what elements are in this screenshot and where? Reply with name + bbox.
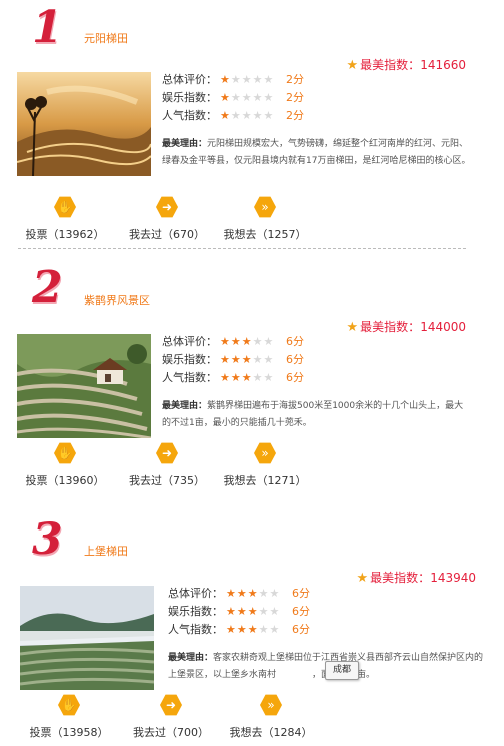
- scenic-photo[interactable]: [17, 334, 151, 438]
- vote-icon: ✋: [54, 442, 76, 464]
- beauty-index: ★ 最美指数：144000: [346, 320, 466, 335]
- star-rating-icon: ★★★★★: [226, 623, 281, 636]
- been-there-button[interactable]: ➜ 我去过（700）: [116, 694, 226, 740]
- rating-popularity: 人气指数： ★★★★★ 6分: [168, 621, 310, 639]
- want-to-go-button[interactable]: » 我想去（1271）: [210, 442, 320, 488]
- star-rating-icon: ★★★★★: [220, 109, 275, 122]
- ratings-block: 总体评价： ★★★★★ 6分 娱乐指数： ★★★★★ 6分 人气指数： ★★★★★ 6分: [168, 585, 310, 639]
- scenic-name-link[interactable]: 紫鹊界风景区: [84, 292, 150, 308]
- been-there-button[interactable]: ➜ 我去过（670）: [112, 196, 222, 242]
- beauty-index: ★ 最美指数：141660: [346, 58, 466, 73]
- ratings-block: 总体评价： ★★★★★ 2分 娱乐指数： ★★★★★ 2分 人气指数： ★★★★★ 2分: [162, 71, 304, 125]
- arrow-right-icon: ➜: [156, 196, 178, 218]
- scenic-photo[interactable]: [17, 72, 151, 176]
- vote-icon: ✋: [58, 694, 80, 716]
- rating-overall: 总体评价： ★★★★★ 6分: [162, 333, 304, 351]
- tooltip: 成都: [325, 661, 359, 680]
- scenic-name-link[interactable]: 上堡梯田: [84, 543, 128, 559]
- star-rating-icon: ★★★★★: [220, 335, 275, 348]
- been-there-button[interactable]: ➜ 我去过（735）: [112, 442, 222, 488]
- rank-number: 1: [32, 2, 63, 53]
- double-arrow-icon: »: [254, 196, 276, 218]
- star-icon: ★: [356, 571, 369, 586]
- arrow-right-icon: ➜: [156, 442, 178, 464]
- action-bar: ✋ 投票（13962） ➜ 我去过（670） » 我想去（1257）: [0, 196, 504, 244]
- reason-text: 最美理由：元阳梯田规模宏大，气势磅礴，绵延整个红河南岸的红河、元阳、绿春及金平等…: [162, 139, 471, 166]
- vote-button[interactable]: ✋ 投票（13958）: [14, 694, 124, 740]
- ratings-block: 总体评价： ★★★★★ 6分 娱乐指数： ★★★★★ 6分 人气指数： ★★★★★ 6分: [162, 333, 304, 387]
- star-rating-icon: ★★★★★: [226, 587, 281, 600]
- reason-text: 最美理由：紫鹊界梯田遍布于海拔500米至1000余米的十几个山头上，最大的不过1…: [162, 401, 464, 428]
- rating-popularity: 人气指数： ★★★★★ 2分: [162, 107, 304, 125]
- star-icon: ★: [346, 320, 359, 335]
- scenic-photo[interactable]: [20, 586, 154, 690]
- divider: [18, 248, 466, 249]
- vote-button[interactable]: ✋ 投票（13962）: [10, 196, 120, 242]
- scenic-name-link[interactable]: 元阳梯田: [84, 30, 128, 46]
- rating-entertainment: 娱乐指数： ★★★★★ 6分: [168, 603, 310, 621]
- arrow-right-icon: ➜: [160, 694, 182, 716]
- star-rating-icon: ★★★★★: [220, 353, 275, 366]
- rank-number: 3: [32, 514, 63, 565]
- rating-popularity: 人气指数： ★★★★★ 6分: [162, 369, 304, 387]
- want-to-go-button[interactable]: » 我想去（1257）: [210, 196, 320, 242]
- star-icon: ★: [346, 58, 359, 73]
- star-rating-icon: ★★★★★: [226, 605, 281, 618]
- vote-icon: ✋: [54, 196, 76, 218]
- rating-overall: 总体评价： ★★★★★ 2分: [162, 71, 304, 89]
- double-arrow-icon: »: [260, 694, 282, 716]
- action-bar: ✋ 投票（13958） ➜ 我去过（700） » 我想去（1284）: [0, 694, 504, 742]
- beauty-index: ★ 最美指数：143940: [356, 571, 476, 586]
- rank-number: 2: [32, 262, 63, 313]
- vote-button[interactable]: ✋ 投票（13960）: [10, 442, 120, 488]
- rating-entertainment: 娱乐指数： ★★★★★ 2分: [162, 89, 304, 107]
- action-bar: ✋ 投票（13960） ➜ 我去过（735） » 我想去（1271）: [0, 442, 504, 490]
- star-rating-icon: ★★★★★: [220, 91, 275, 104]
- star-rating-icon: ★★★★★: [220, 371, 275, 384]
- star-rating-icon: ★★★★★: [220, 73, 275, 86]
- double-arrow-icon: »: [254, 442, 276, 464]
- rating-overall: 总体评价： ★★★★★ 6分: [168, 585, 310, 603]
- want-to-go-button[interactable]: » 我想去（1284）: [216, 694, 326, 740]
- rating-entertainment: 娱乐指数： ★★★★★ 6分: [162, 351, 304, 369]
